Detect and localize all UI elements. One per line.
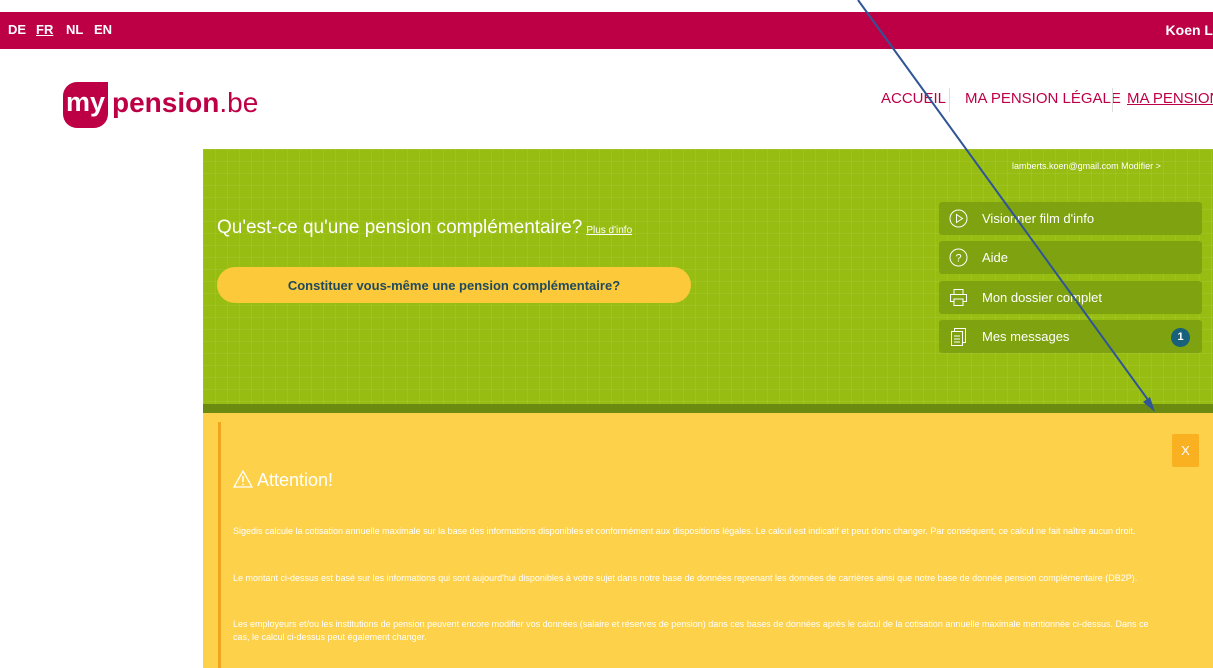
nav-ma-pension[interactable]: MA PENSION [1127,90,1213,107]
play-circle-icon [949,209,968,228]
printer-icon [949,288,968,307]
nav-divider [1112,88,1113,112]
alert-title: Attention! [232,469,334,491]
watch-video-button[interactable]: Visionner film d'info [939,202,1202,235]
user-name-link[interactable]: Koen L [1166,22,1213,38]
full-dossier-label: Mon dossier complet [982,290,1102,305]
nav-divider [949,88,950,112]
help-circle-icon: ? [949,248,968,267]
alert-paragraph: Sigedis calcule la cotisation annuelle m… [233,526,1136,536]
more-info-link[interactable]: Plus d'info [586,225,632,236]
top-bar: DE FR NL EN Koen L [0,12,1213,49]
question-text: Qu'est-ce qu'une pension complémentaire? [217,217,583,238]
messages-count-badge: 1 [1171,328,1190,347]
language-nl-link[interactable]: NL [66,22,83,37]
watch-video-label: Visionner film d'info [982,211,1095,226]
nav-ma-pension-legale[interactable]: MA PENSION LÉGALE [965,90,1121,107]
alert-paragraph: Les employeurs et/ou les institutions de… [233,619,1149,642]
attention-alert: X Attention! Sigedis calcule la cotisati… [203,413,1213,668]
page-title: Qu'est-ce qu'une pension complémentaire?… [217,217,632,239]
logo-pension-text: pension [112,87,220,118]
language-de-link[interactable]: DE [8,22,26,37]
nav-accueil[interactable]: ACCUEIL [881,90,946,107]
messages-button[interactable]: Mes messages 1 [939,320,1202,353]
panel-bottom-strip [203,404,1213,413]
help-button[interactable]: ? Aide [939,241,1202,274]
warning-icon [232,469,257,490]
logo-wordmark: pension.be [112,83,258,123]
alert-close-button[interactable]: X [1172,434,1199,467]
email-modify-link[interactable]: lamberts.koen@gmail.com Modifier > [1012,161,1161,171]
svg-text:?: ? [955,253,961,265]
logo-my-badge: my [63,82,108,128]
messages-label: Mes messages [982,329,1070,344]
document-icon [949,327,968,346]
alert-accent-bar [218,422,221,668]
build-pension-button[interactable]: Constituer vous-même une pension complém… [217,267,691,303]
language-fr-link[interactable]: FR [36,22,53,37]
language-en-link[interactable]: EN [94,22,112,37]
logo-be-text: .be [219,87,259,118]
help-label: Aide [982,250,1009,265]
full-dossier-button[interactable]: Mon dossier complet [939,281,1202,314]
alert-title-text: Attention! [257,470,334,490]
alert-paragraph: Le montant ci-dessus est basé sur les in… [233,573,1138,583]
